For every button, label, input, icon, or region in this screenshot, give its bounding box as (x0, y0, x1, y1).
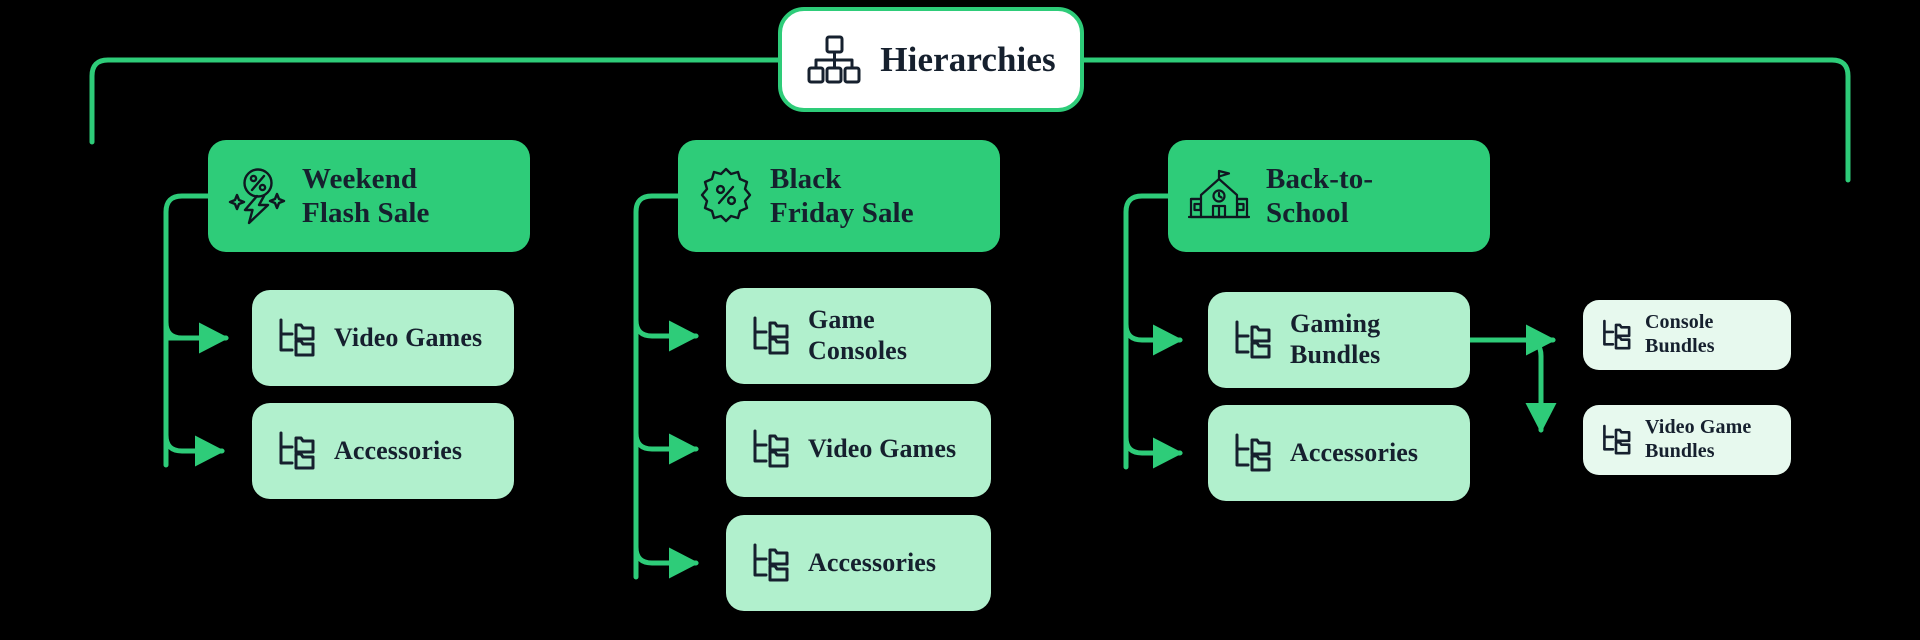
category-node-accessories[interactable]: Accessories (726, 515, 991, 611)
folder-tree-icon (748, 314, 792, 358)
group-header-label: Weekend Flash Sale (302, 162, 430, 229)
flash-discount-icon (228, 165, 286, 227)
wire-g1-stem (163, 193, 211, 468)
category-node-label: Accessories (808, 547, 937, 577)
folder-tree-icon (274, 429, 318, 473)
group-header-label: Black Friday Sale (770, 162, 914, 229)
wire-root-left (89, 57, 781, 145)
wire-g1-child-2-bend (163, 432, 225, 467)
wire-g2-child-1 (633, 317, 699, 352)
group-header-back-to-school[interactable]: Back-to- School (1168, 140, 1490, 252)
wire-g2-child-2 (633, 430, 699, 465)
category-node-accessories[interactable]: Accessories (252, 403, 514, 499)
bundle-node-video-game-bundles[interactable]: Video Game Bundles (1583, 405, 1791, 475)
discount-badge-icon (698, 167, 754, 225)
wire-g1-child-1-bend (163, 319, 225, 341)
wire-g3-child-2 (1123, 434, 1183, 469)
wire-g3-child-1 (1123, 321, 1183, 356)
category-node-label: Game Consoles (808, 305, 908, 365)
folder-tree-icon (748, 427, 792, 471)
root-node-label: Hierarchies (880, 39, 1056, 79)
category-node-video-games[interactable]: Video Games (252, 290, 514, 386)
category-node-label: Accessories (334, 435, 463, 465)
folder-tree-icon (1599, 318, 1633, 352)
group-header-black-friday-sale[interactable]: Black Friday Sale (678, 140, 1000, 252)
bundle-node-label: Video Game Bundles (1645, 416, 1752, 462)
category-node-game-consoles[interactable]: Game Consoles (726, 288, 991, 384)
category-node-label: Video Games (808, 433, 957, 463)
folder-tree-icon (1230, 318, 1274, 362)
wire-g3-stem (1123, 193, 1171, 470)
bundle-node-console-bundles[interactable]: Console Bundles (1583, 300, 1791, 370)
folder-tree-icon (1230, 431, 1274, 475)
folder-tree-icon (274, 316, 318, 360)
folder-tree-icon (1599, 423, 1633, 457)
school-building-icon (1187, 168, 1251, 224)
group-header-label: Back-to- School (1266, 162, 1374, 229)
category-node-video-games[interactable]: Video Games (726, 401, 991, 497)
root-node-hierarchies[interactable]: Hierarchies (778, 7, 1084, 112)
category-node-accessories[interactable]: Accessories (1208, 405, 1470, 501)
folder-tree-icon (748, 541, 792, 585)
category-node-gaming-bundles[interactable]: Gaming Bundles (1208, 292, 1470, 388)
wire-g3-sub-2 (1467, 337, 1557, 433)
org-chart-icon (806, 34, 862, 86)
wire-g2-stem (633, 193, 681, 580)
wire-g2-child-3 (633, 544, 699, 579)
category-node-label: Accessories (1290, 437, 1419, 467)
hierarchy-diagram: Hierarchies Weekend Flash Sale Black Fri… (0, 0, 1920, 640)
bundle-node-label: Console Bundles (1645, 311, 1715, 357)
category-node-label: Video Games (334, 322, 483, 352)
group-header-weekend-flash-sale[interactable]: Weekend Flash Sale (208, 140, 530, 252)
category-node-label: Gaming Bundles (1290, 309, 1381, 369)
